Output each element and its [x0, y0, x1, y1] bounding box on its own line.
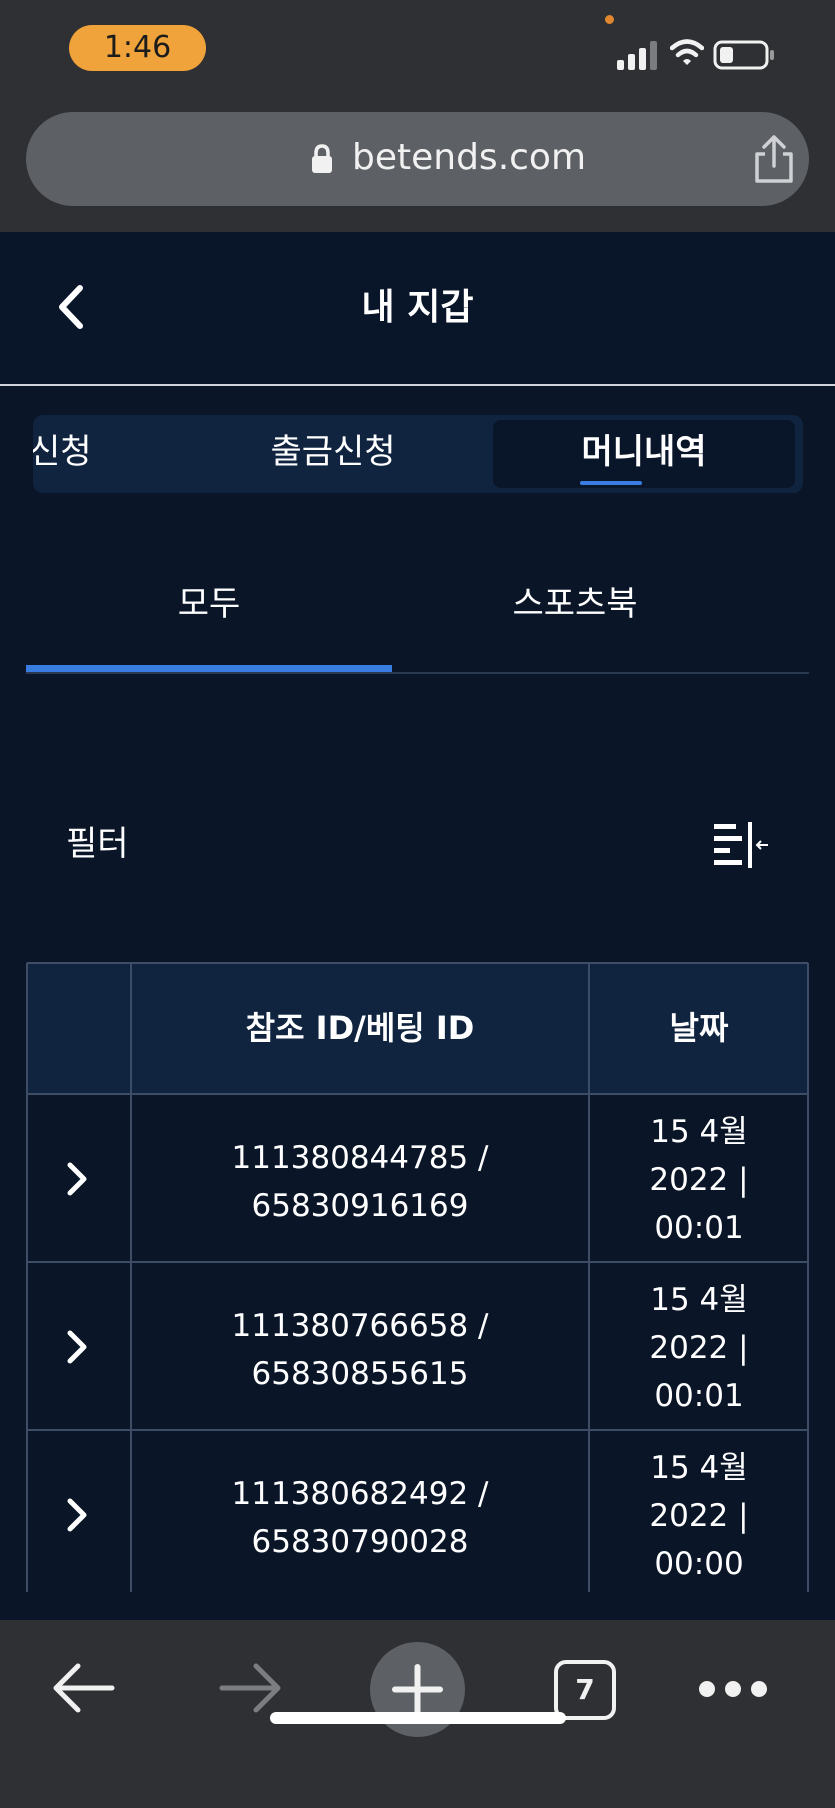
wallet-segment-control: 신청 출금신청 머니내역: [33, 415, 803, 493]
filter-collapse-icon[interactable]: [714, 822, 770, 868]
back-arrow-icon[interactable]: [48, 1658, 118, 1718]
tabs-icon[interactable]: 7: [554, 1660, 616, 1720]
more-icon[interactable]: [696, 1674, 770, 1704]
segment-deposit-request[interactable]: 신청: [33, 415, 139, 493]
battery-icon: [713, 40, 774, 70]
segment-money-history[interactable]: 머니내역: [493, 420, 795, 488]
history-subtabs: 모두 스포츠북: [26, 560, 809, 674]
tab-all[interactable]: 모두: [26, 580, 392, 628]
status-bar: 1:46: [0, 0, 835, 100]
table-grid-lines: [26, 962, 809, 1592]
home-indicator: [270, 1712, 566, 1724]
app-header: 내 지갑: [0, 232, 835, 386]
browser-address-bar: betends.com: [0, 100, 835, 232]
url-text: betends.com: [352, 137, 587, 178]
status-time: 1:46: [69, 25, 206, 71]
lock-icon: [312, 144, 332, 173]
tab-sportsbook[interactable]: 스포츠북: [392, 580, 758, 628]
wifi-icon: [670, 39, 704, 65]
filter-label: 필터: [66, 824, 129, 864]
forward-arrow-icon[interactable]: [216, 1658, 286, 1718]
transactions-table: 참조 ID/베팅 ID 날짜 111380844785 / 6583091616…: [26, 962, 809, 1592]
tab-active-indicator: [26, 665, 392, 672]
plus-icon: [392, 1664, 443, 1715]
share-icon[interactable]: [751, 134, 797, 184]
page-title: 내 지갑: [361, 287, 474, 328]
segment-active-indicator: [580, 481, 642, 485]
url-field[interactable]: betends.com: [26, 112, 809, 206]
signal-icon: [617, 41, 657, 70]
segment-withdraw-request[interactable]: 출금신청: [213, 415, 453, 493]
mic-indicator-dot: [605, 15, 614, 24]
